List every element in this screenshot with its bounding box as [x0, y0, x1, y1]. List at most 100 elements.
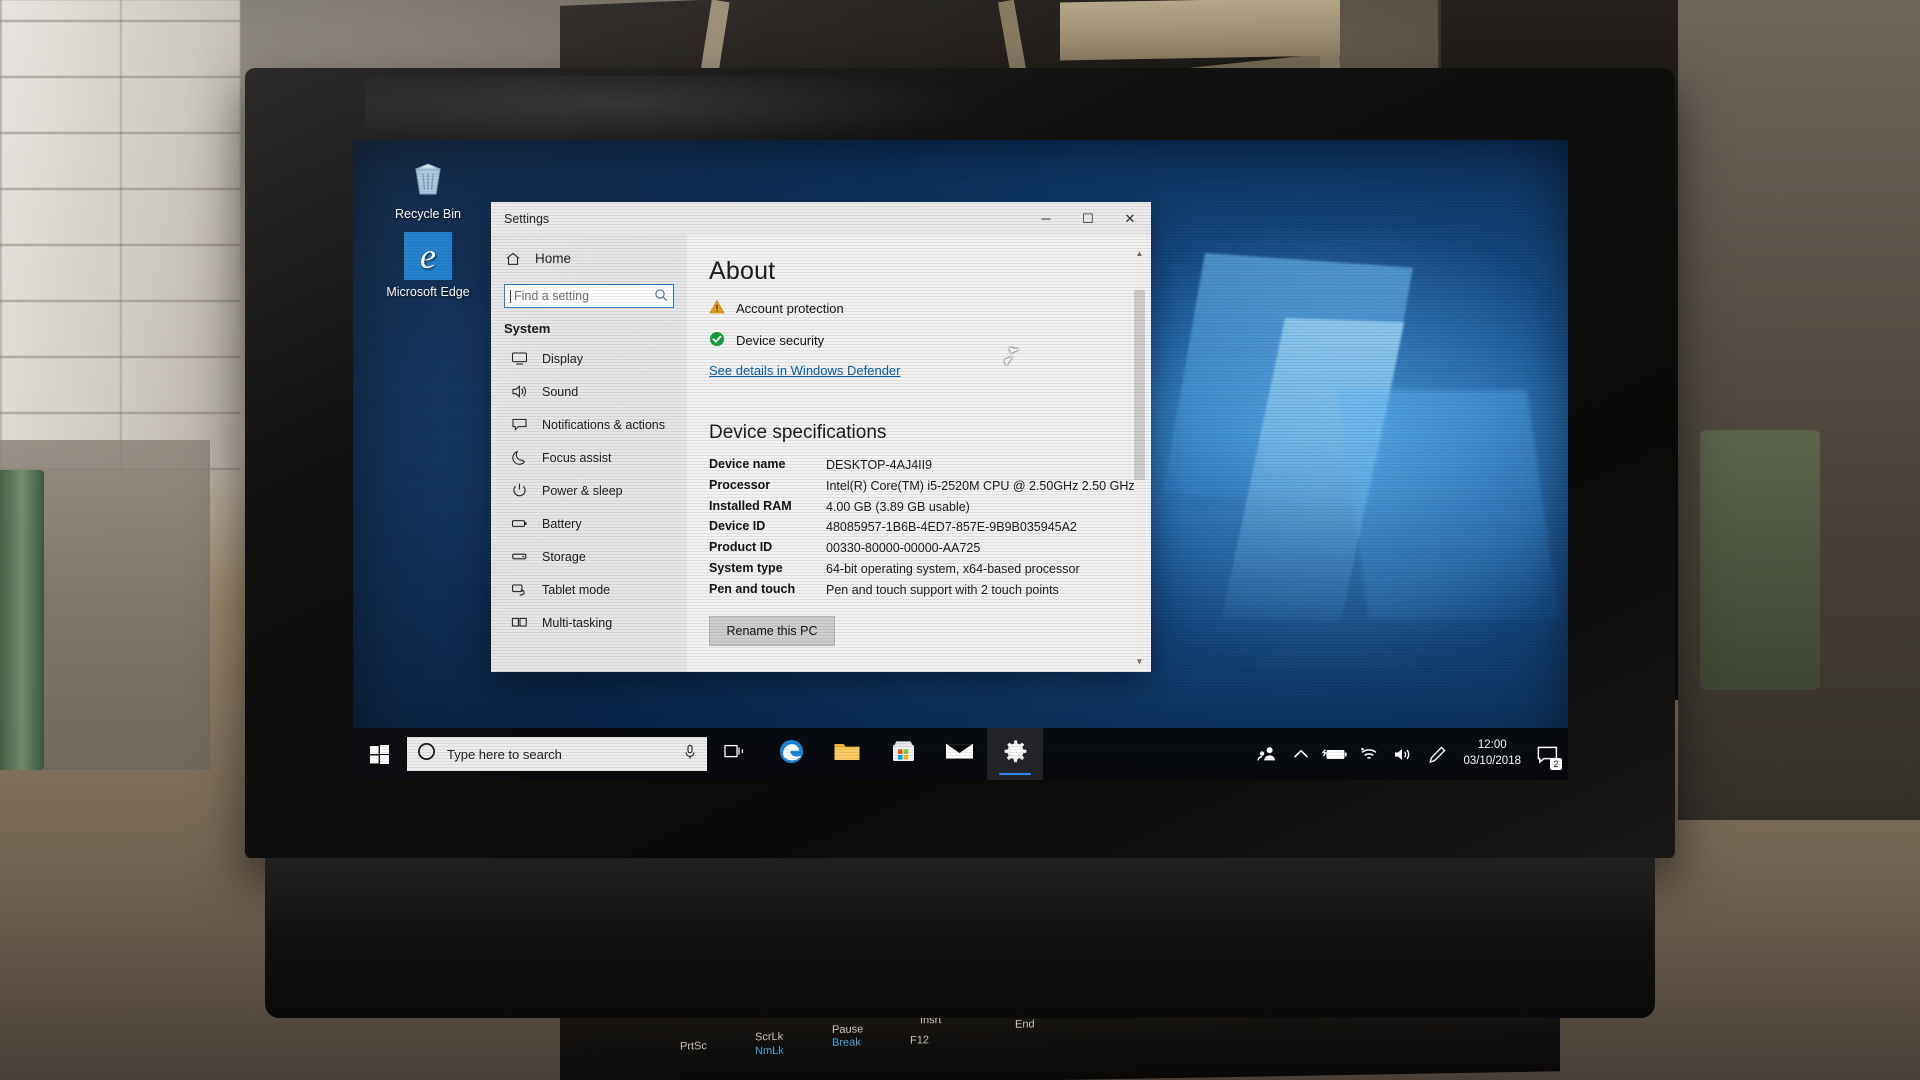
- minimize-button[interactable]: ─: [1025, 202, 1067, 235]
- monitor-bezel: Recycle Bin e Microsoft Edge Settings ─ …: [245, 68, 1675, 926]
- people-icon[interactable]: [1250, 728, 1284, 780]
- sidebar-item-notifications[interactable]: Notifications & actions: [491, 408, 687, 441]
- spec-value: 4.00 GB (3.89 GB usable): [826, 499, 970, 514]
- spec-row: Processor Intel(R) Core(TM) i5-2520M CPU…: [709, 478, 1151, 496]
- edge-icon: [778, 738, 805, 770]
- spec-row: System type 64-bit operating system, x64…: [709, 561, 1151, 579]
- battery-icon: [511, 515, 528, 532]
- security-item-device-security[interactable]: Device security: [709, 331, 1151, 350]
- spec-row: Device ID 48085957-1B6B-4ED7-857E-9B9B03…: [709, 519, 1151, 537]
- taskbar-item-file-explorer[interactable]: [819, 728, 875, 780]
- taskbar-item-task-view[interactable]: [707, 728, 763, 780]
- check-circle-icon: [709, 331, 725, 350]
- settings-sidebar: Home Find a setting System Display Sound…: [491, 235, 687, 672]
- device-specifications-table: Device name DESKTOP-4AJ4II9 Processor In…: [709, 457, 1151, 599]
- tablet-icon: [511, 581, 528, 598]
- pen-icon[interactable]: [1420, 728, 1454, 780]
- battery-charging-icon[interactable]: [1318, 728, 1352, 780]
- sidebar-item-display[interactable]: Display: [491, 342, 687, 375]
- sidebar-item-storage[interactable]: Storage: [491, 540, 687, 573]
- speaker-icon[interactable]: [1386, 728, 1420, 780]
- sidebar-item-battery[interactable]: Battery: [491, 507, 687, 540]
- sidebar-item-label: Focus assist: [542, 450, 612, 465]
- search-input[interactable]: Find a setting: [504, 284, 674, 308]
- microphone-icon[interactable]: [683, 744, 697, 765]
- spec-value: 64-bit operating system, x64-based proce…: [826, 561, 1080, 576]
- spec-value: Pen and touch support with 2 touch point…: [826, 582, 1059, 597]
- search-icon[interactable]: [654, 288, 668, 305]
- keycap-f12: F12: [910, 1034, 929, 1047]
- scroll-up-arrow-icon[interactable]: ▲: [1134, 247, 1145, 260]
- sidebar-item-power-sleep[interactable]: Power & sleep: [491, 474, 687, 507]
- sidebar-item-label: Multi-tasking: [542, 615, 613, 630]
- start-button[interactable]: [353, 728, 405, 780]
- spec-key: Installed RAM: [709, 498, 792, 513]
- taskbar-item-settings[interactable]: [987, 728, 1043, 780]
- desktop-icon-recycle-bin[interactable]: Recycle Bin: [385, 154, 471, 221]
- sound-icon: [511, 383, 528, 400]
- spec-value: DESKTOP-4AJ4II9: [826, 458, 933, 472]
- taskbar-item-microsoft-store[interactable]: [875, 728, 931, 780]
- green-pipe: [0, 470, 44, 770]
- wifi-icon[interactable]: [1352, 728, 1386, 780]
- security-item-label: Account protection: [736, 301, 844, 316]
- keycap-end: End: [1015, 1018, 1035, 1031]
- home-icon: [504, 250, 521, 267]
- spec-value: Intel(R) Core(TM) i5-2520M CPU @ 2.50GHz…: [826, 478, 1135, 493]
- lenovo-x220-tablet: Recycle Bin e Microsoft Edge Settings ─ …: [245, 68, 1675, 1018]
- display-icon: [511, 350, 528, 367]
- sidebar-item-sound[interactable]: Sound: [491, 375, 687, 408]
- sidebar-item-label: Power & sleep: [542, 483, 623, 498]
- page-title: About: [709, 257, 776, 285]
- storage-icon: [511, 548, 528, 565]
- close-button[interactable]: ✕: [1109, 202, 1151, 235]
- recycle-bin-icon: [404, 154, 452, 202]
- spec-key: Product ID: [709, 540, 773, 554]
- sidebar-item-label: Notifications & actions: [542, 417, 665, 432]
- sidebar-item-focus-assist[interactable]: Focus assist: [491, 441, 687, 474]
- window-titlebar[interactable]: Settings ─ ☐ ✕: [491, 202, 1151, 235]
- text-caret: [510, 289, 511, 303]
- keycap-scrlk: ScrLk: [755, 1030, 784, 1044]
- scroll-down-arrow-icon[interactable]: ▼: [1134, 655, 1145, 668]
- clock-time: 12:00: [1477, 739, 1507, 752]
- vertical-scrollbar-thumb[interactable]: [1134, 290, 1145, 480]
- task-view-icon: [724, 742, 746, 766]
- rename-this-pc-button[interactable]: Rename this PC: [709, 616, 835, 647]
- taskbar-search-placeholder: Type here to search: [447, 746, 562, 762]
- sidebar-item-label: Storage: [542, 549, 586, 564]
- sidebar-item-multitasking[interactable]: Multi-tasking: [491, 606, 687, 639]
- edge-icon: e: [404, 232, 452, 280]
- cortana-circle-icon: [417, 742, 436, 766]
- spec-row: Product ID 00330-80000-00000-AA725: [709, 540, 1151, 558]
- screen: Recycle Bin e Microsoft Edge Settings ─ …: [353, 140, 1568, 780]
- sidebar-item-home[interactable]: Home: [491, 243, 687, 274]
- sidebar-item-label: Battery: [542, 516, 582, 531]
- settings-window: Settings ─ ☐ ✕ Home Find a setting Syste…: [491, 202, 1151, 672]
- keycap-break: Break: [832, 1036, 861, 1049]
- taskbar-item-mail[interactable]: [931, 728, 987, 780]
- desktop-icon-microsoft-edge[interactable]: e Microsoft Edge: [385, 232, 471, 299]
- spec-row: Device name DESKTOP-4AJ4II9: [709, 457, 1151, 475]
- sidebar-item-label: Sound: [542, 384, 579, 399]
- taskbar-clock[interactable]: 12:00 03/10/2018: [1454, 738, 1530, 769]
- taskbar-search-box[interactable]: Type here to search: [407, 737, 707, 771]
- taskbar: Type here to search 12:00 03/10/2018 2: [353, 728, 1568, 780]
- security-item-account-protection[interactable]: Account protection: [709, 299, 1151, 318]
- gear-icon: [1003, 739, 1028, 769]
- spec-value: 00330-80000-00000-AA725: [826, 541, 981, 555]
- sidebar-item-tablet-mode[interactable]: Tablet mode: [491, 573, 687, 606]
- right-object: [1700, 430, 1820, 690]
- laptop-base: X220 Tablet: [265, 858, 1655, 1018]
- action-center-badge: 2: [1550, 758, 1562, 770]
- clock-date: 03/10/2018: [1463, 755, 1521, 767]
- taskbar-item-microsoft-edge[interactable]: [763, 728, 819, 780]
- chevron-up-icon[interactable]: [1284, 728, 1318, 780]
- windows-defender-link[interactable]: See details in Windows Defender: [709, 363, 1151, 378]
- bezel-glare: [365, 76, 985, 146]
- moon-icon: [511, 449, 528, 466]
- maximize-button[interactable]: ☐: [1067, 202, 1109, 235]
- desktop-icon-label: Recycle Bin: [395, 207, 461, 221]
- action-center-button[interactable]: 2: [1530, 728, 1564, 780]
- sidebar-item-label: Tablet mode: [542, 582, 611, 597]
